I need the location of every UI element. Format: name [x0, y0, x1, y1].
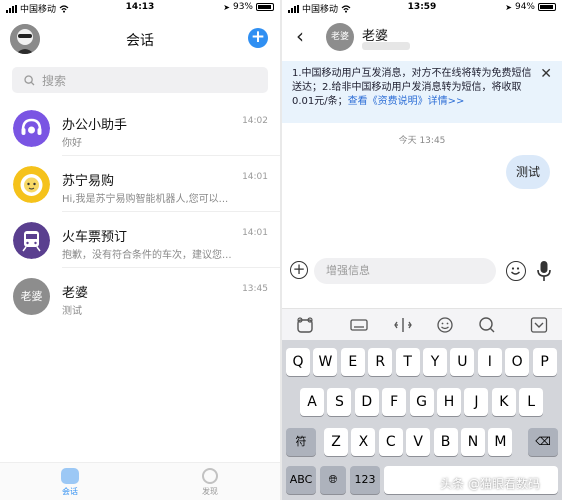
chat-header: ‹ 老婆 老婆 — [282, 18, 562, 58]
backspace-icon[interactable]: ⌫ — [528, 428, 558, 456]
conversation-time: 14:02 — [242, 116, 268, 126]
tariff-link[interactable]: 查看《资费说明》详情>> — [348, 96, 465, 107]
emoji-keyboard-icon[interactable] — [436, 316, 454, 334]
key-e[interactable]: E — [340, 348, 365, 376]
conversation-preview: 抱歉，没有符合条件的车次，建议您... — [62, 250, 232, 261]
status-bar: 中国移动 13:59 ➤ 94% — [282, 0, 562, 16]
conversation-item-office-assistant[interactable]: 办公小助手 你好 14:02 — [0, 100, 280, 156]
key-v[interactable]: V — [406, 428, 431, 456]
page-title: 会话 — [126, 33, 154, 49]
key-w[interactable]: W — [313, 348, 338, 376]
conversation-name: 苏宁易购 — [62, 174, 115, 189]
key-i[interactable]: I — [477, 348, 502, 376]
key-k[interactable]: K — [491, 388, 516, 416]
conversation-list: 办公小助手 你好 14:02 苏宁易购 Hi,我是苏宁易购智能机器人,您可以..… — [0, 100, 280, 324]
tab-discover[interactable]: 发现 — [180, 468, 240, 497]
collapse-keyboard-icon[interactable] — [530, 316, 548, 334]
contact-avatar: 老婆 — [13, 278, 50, 315]
chat-icon — [61, 468, 79, 484]
location-icon: ➤ — [223, 2, 230, 12]
key-y[interactable]: Y — [423, 348, 447, 376]
abc-key[interactable]: ABC — [286, 466, 316, 494]
compass-icon — [202, 468, 218, 484]
conversation-preview: 你好 — [62, 138, 82, 149]
key-j[interactable]: J — [464, 388, 489, 416]
conversation-time: 14:01 — [242, 228, 268, 238]
conversation-preview: Hi,我是苏宁易购智能机器人,您可以... — [62, 194, 229, 205]
tab-label: 发现 — [202, 487, 218, 496]
globe-icon[interactable]: 🌐︎ — [320, 466, 346, 494]
close-icon[interactable]: ✕ — [540, 67, 552, 81]
conversation-time: 14:01 — [242, 172, 268, 182]
search-icon[interactable] — [478, 316, 496, 334]
contact-number-blurred — [362, 42, 410, 50]
contact-avatar[interactable]: 老婆 — [326, 23, 354, 51]
number-key[interactable]: 123 — [350, 466, 380, 494]
bear-icon[interactable] — [296, 316, 314, 334]
battery-percent: 93% — [232, 2, 253, 12]
symbol-key[interactable]: 符 — [286, 428, 316, 456]
key-h[interactable]: H — [437, 388, 461, 416]
keyboard: QWERTYUIOP ASDFGHJKL 符 ZXCVBNM ⌫ ABC 🌐︎ … — [282, 340, 562, 500]
key-u[interactable]: U — [450, 348, 475, 376]
key-s[interactable]: S — [327, 388, 352, 416]
conversation-item-train-ticket[interactable]: 火车票预订 抱歉，没有符合条件的车次，建议您... 14:01 — [0, 212, 280, 268]
bottom-tab-bar: 会话 发现 — [0, 462, 280, 500]
key-c[interactable]: C — [378, 428, 403, 456]
location-icon: ➤ — [505, 2, 512, 12]
key-t[interactable]: T — [395, 348, 420, 376]
tab-conversations[interactable]: 会话 — [40, 468, 100, 497]
conversation-name: 老婆 — [62, 286, 89, 301]
conversation-name: 办公小助手 — [62, 118, 128, 133]
key-p[interactable]: P — [532, 348, 557, 376]
search-placeholder: 搜索 — [42, 73, 67, 88]
battery-icon — [256, 3, 274, 11]
back-icon[interactable]: ‹ — [296, 24, 304, 48]
key-d[interactable]: D — [354, 388, 379, 416]
chat-screen: 中国移动 13:59 ➤ 94% ‹ 老婆 老婆 1.中国移动用户互发消息，对方… — [282, 0, 562, 500]
train-icon — [13, 222, 50, 259]
microphone-icon[interactable] — [536, 260, 552, 282]
message-input[interactable]: 增强信息 — [314, 258, 496, 284]
message-input-bar: + 增强信息 — [282, 255, 562, 289]
key-g[interactable]: G — [409, 388, 434, 416]
add-attachment-icon[interactable]: + — [290, 261, 308, 279]
tab-label: 会话 — [62, 487, 78, 496]
key-b[interactable]: B — [433, 428, 458, 456]
key-l[interactable]: L — [519, 388, 544, 416]
key-x[interactable]: X — [351, 428, 376, 456]
add-conversation-button[interactable]: + — [248, 28, 268, 48]
key-m[interactable]: M — [488, 428, 513, 456]
battery-percent: 94% — [514, 2, 535, 12]
headset-icon — [13, 110, 50, 147]
conversation-item-wife[interactable]: 老婆 老婆 测试 13:45 — [0, 268, 280, 324]
conversation-header: 会话 + — [0, 18, 280, 60]
key-r[interactable]: R — [368, 348, 393, 376]
message-bubble[interactable]: 测试 — [506, 155, 550, 189]
conversation-time: 13:45 — [242, 284, 268, 294]
key-f[interactable]: F — [382, 388, 407, 416]
keyboard-toolbar — [282, 308, 562, 340]
search-box[interactable]: 搜索 — [12, 67, 268, 93]
cursor-move-icon[interactable] — [394, 316, 412, 334]
emoji-icon[interactable] — [506, 261, 526, 281]
key-a[interactable]: A — [300, 388, 324, 416]
key-q[interactable]: Q — [286, 348, 310, 376]
key-o[interactable]: O — [505, 348, 530, 376]
watermark: 头条 @猫眼看数码 — [440, 477, 540, 491]
message-timestamp: 今天 13:45 — [398, 136, 446, 146]
conversation-item-suning[interactable]: 苏宁易购 Hi,我是苏宁易购智能机器人,您可以... 14:01 — [0, 156, 280, 212]
search-icon — [24, 74, 35, 85]
conversation-preview: 测试 — [62, 306, 82, 317]
conversation-name: 火车票预订 — [62, 230, 128, 245]
sms-notice-banner: 1.中国移动用户互发消息，对方不在线将转为免费短信送达；2.给非中国移动用户发消… — [282, 61, 562, 123]
key-z[interactable]: Z — [324, 428, 348, 456]
lion-icon — [13, 166, 50, 203]
battery-icon — [538, 3, 556, 11]
keyboard-icon[interactable] — [350, 316, 368, 334]
key-n[interactable]: N — [461, 428, 485, 456]
conversation-list-screen: 中国移动 14:13 ➤ 93% 会话 + 搜索 办公小助手 你好 14:02 … — [0, 0, 280, 500]
status-bar: 中国移动 14:13 ➤ 93% — [0, 0, 280, 16]
